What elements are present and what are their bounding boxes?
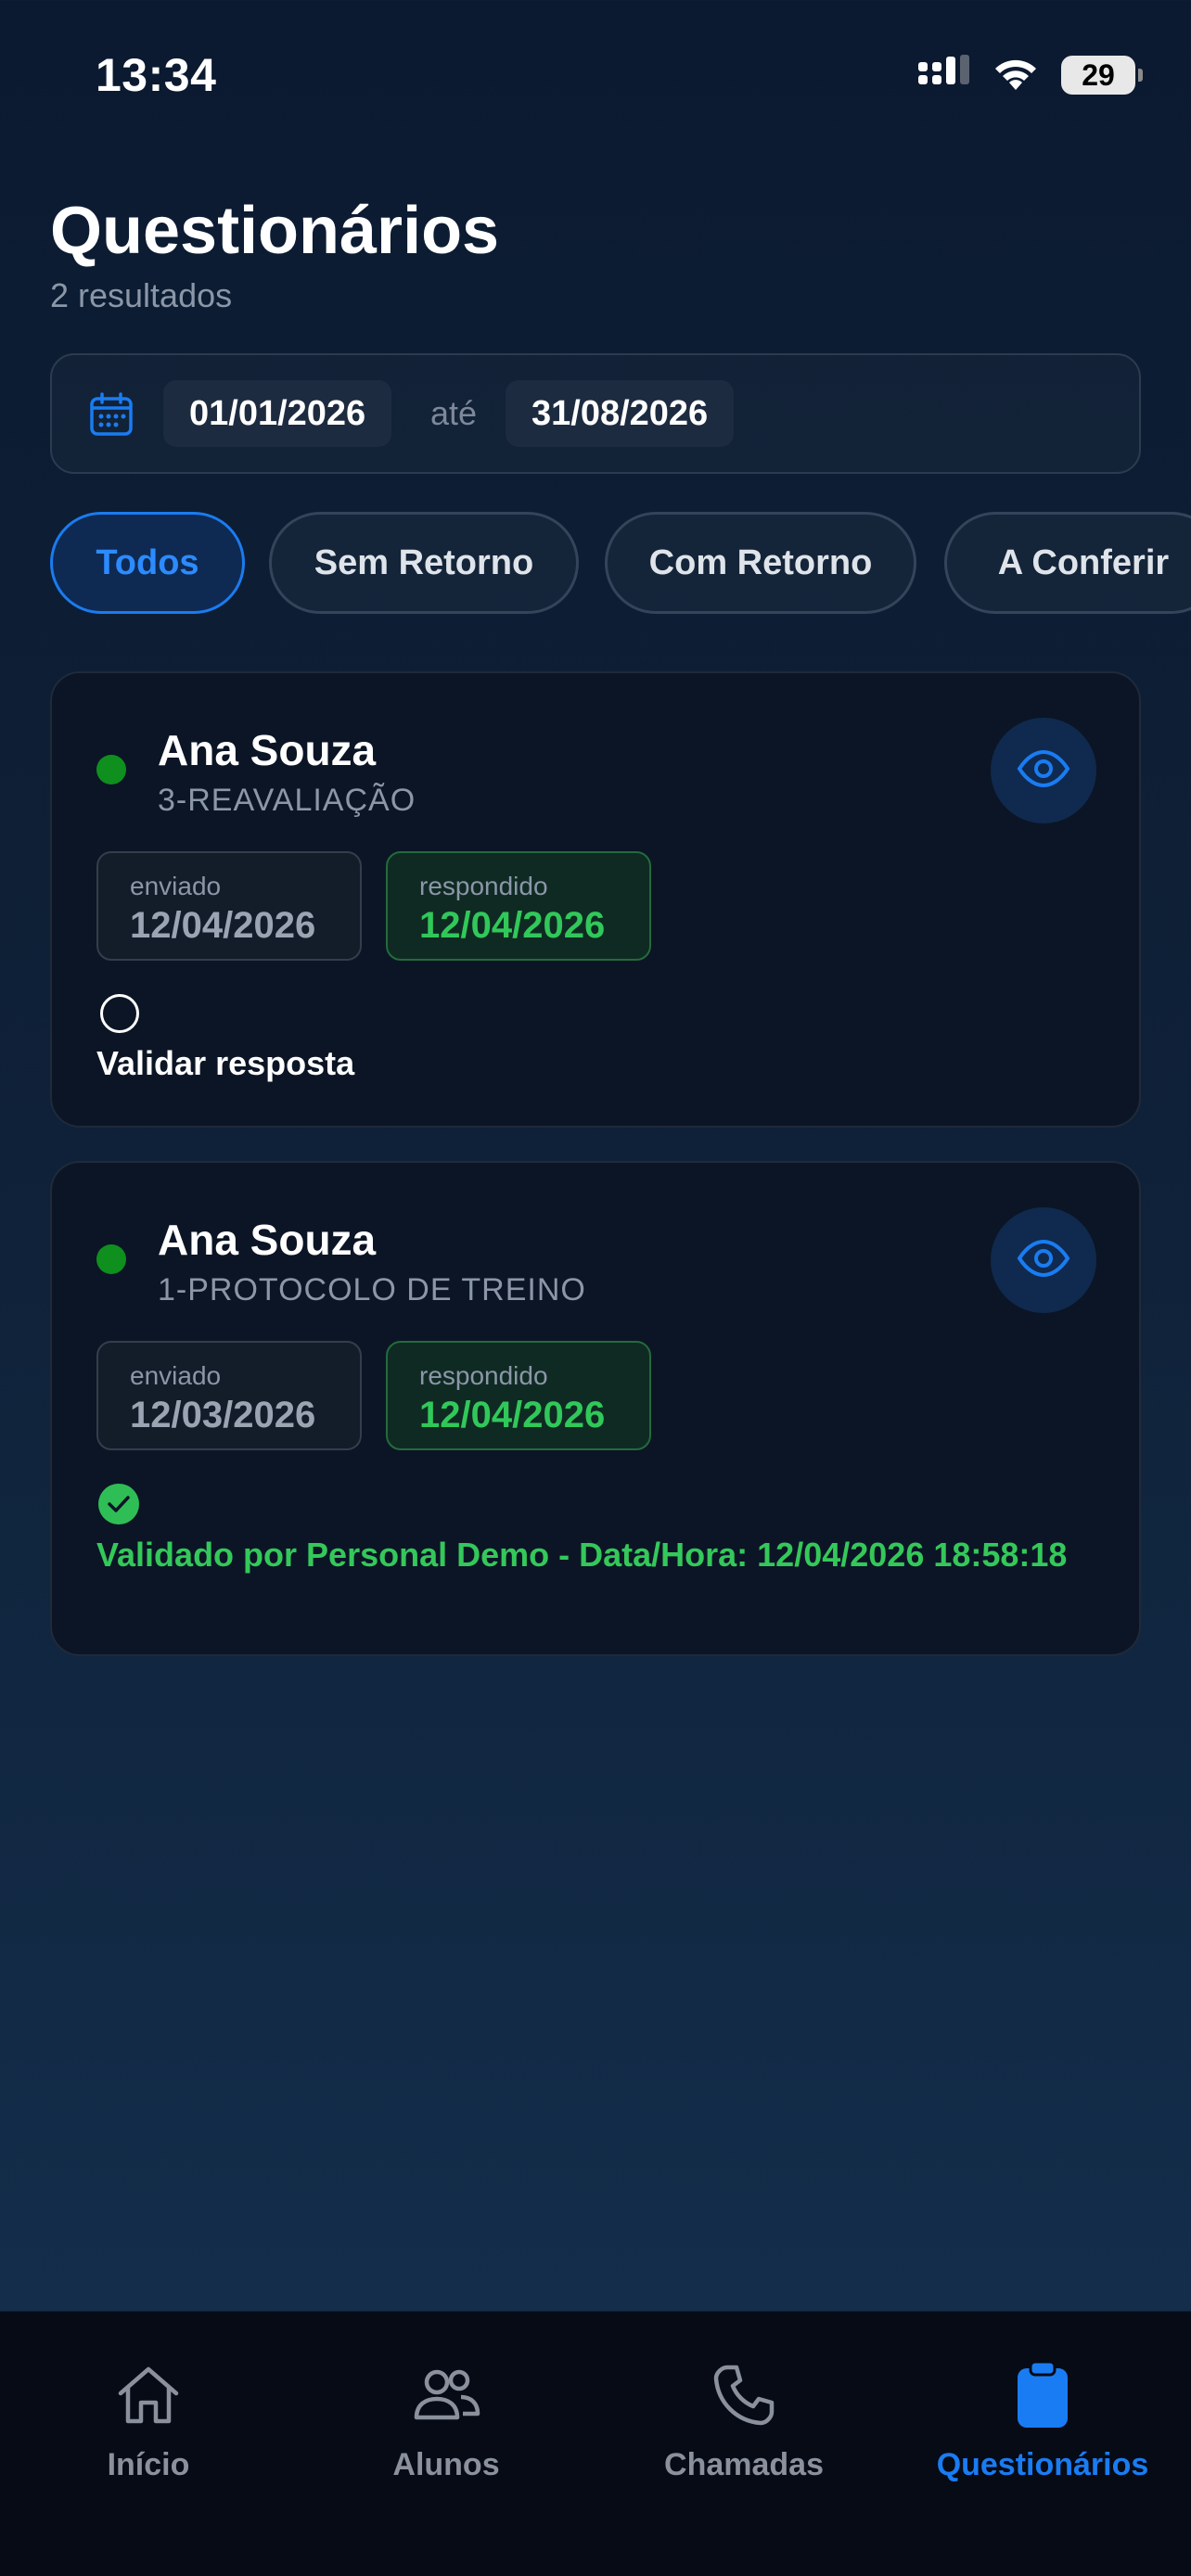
date-separator: até	[430, 394, 478, 432]
nav-item-questionarios[interactable]: Questionários	[903, 2358, 1182, 2483]
view-button[interactable]	[991, 1207, 1096, 1313]
status-dot	[96, 1244, 126, 1274]
nav-label: Chamadas	[664, 2447, 824, 2482]
student-name: Ana Souza	[158, 1216, 377, 1264]
nav-label: Início	[107, 2447, 190, 2482]
sent-date: 12/03/2026	[130, 1395, 316, 1435]
sent-date-box: enviado 12/03/2026	[96, 1341, 362, 1450]
protocol-name: 1-PROTOCOLO DE TREINO	[158, 1272, 586, 1307]
check-circle-icon	[98, 1484, 139, 1524]
cellular-signal-icon	[918, 54, 970, 96]
status-icons: 29	[918, 52, 1143, 98]
nav-item-inicio[interactable]: Início	[9, 2358, 288, 2483]
date-to-input[interactable]: 31/08/2026	[506, 380, 735, 447]
eye-icon	[1017, 749, 1070, 792]
filter-tabs: Todos Sem Retorno Com Retorno A Conferir	[50, 512, 1191, 614]
battery-icon: 29	[1061, 56, 1143, 95]
calendar-icon[interactable]	[89, 392, 134, 437]
nav-label: Alunos	[392, 2447, 500, 2482]
status-time: 13:34	[96, 49, 217, 101]
tab-todos[interactable]: Todos	[50, 512, 245, 614]
validated-by-text: Validado por Personal Demo - Data/Hora: …	[96, 1536, 1068, 1574]
validate-response-label[interactable]: Validar resposta	[96, 1044, 354, 1083]
protocol-name: 3-REAVALIAÇÃO	[158, 783, 416, 818]
sent-label: enviado	[130, 1361, 222, 1390]
date-from-input[interactable]: 01/01/2026	[163, 380, 392, 447]
answered-date: 12/04/2026	[419, 1395, 606, 1435]
nav-item-chamadas[interactable]: Chamadas	[605, 2358, 883, 2483]
questionnaire-card[interactable]: Ana Souza 1-PROTOCOLO DE TREINO enviado …	[50, 1161, 1141, 1656]
answered-date: 12/04/2026	[419, 905, 606, 946]
status-dot	[96, 755, 126, 784]
home-icon	[111, 2358, 186, 2432]
tab-sem-retorno[interactable]: Sem Retorno	[269, 512, 579, 614]
bottom-nav: Início Alunos Chamadas Questionários	[0, 2311, 1191, 2576]
wifi-icon	[991, 55, 1041, 96]
view-button[interactable]	[991, 718, 1096, 823]
answered-label: respondido	[419, 1361, 548, 1390]
sent-date: 12/04/2026	[130, 905, 316, 946]
result-count: 2 resultados	[50, 276, 233, 314]
answered-label: respondido	[419, 872, 548, 900]
validate-radio[interactable]	[100, 994, 139, 1033]
answered-date-box: respondido 12/04/2026	[386, 851, 651, 961]
nav-item-alunos[interactable]: Alunos	[307, 2358, 585, 2483]
phone-icon	[707, 2358, 781, 2432]
answered-date-box: respondido 12/04/2026	[386, 1341, 651, 1450]
clipboard-icon	[1005, 2358, 1080, 2432]
nav-label: Questionários	[936, 2447, 1149, 2482]
questionnaire-card[interactable]: Ana Souza 3-REAVALIAÇÃO enviado 12/04/20…	[50, 671, 1141, 1128]
status-bar: 13:34 29	[0, 0, 1191, 148]
users-icon	[409, 2358, 483, 2432]
page-title: Questionários	[50, 194, 500, 268]
date-range-filter[interactable]: 01/01/2026 até 31/08/2026	[50, 353, 1141, 474]
tab-com-retorno[interactable]: Com Retorno	[605, 512, 916, 614]
eye-icon	[1017, 1239, 1070, 1282]
sent-date-box: enviado 12/04/2026	[96, 851, 362, 961]
student-name: Ana Souza	[158, 726, 377, 774]
tab-a-conferir[interactable]: A Conferir	[944, 512, 1191, 614]
sent-label: enviado	[130, 872, 222, 900]
